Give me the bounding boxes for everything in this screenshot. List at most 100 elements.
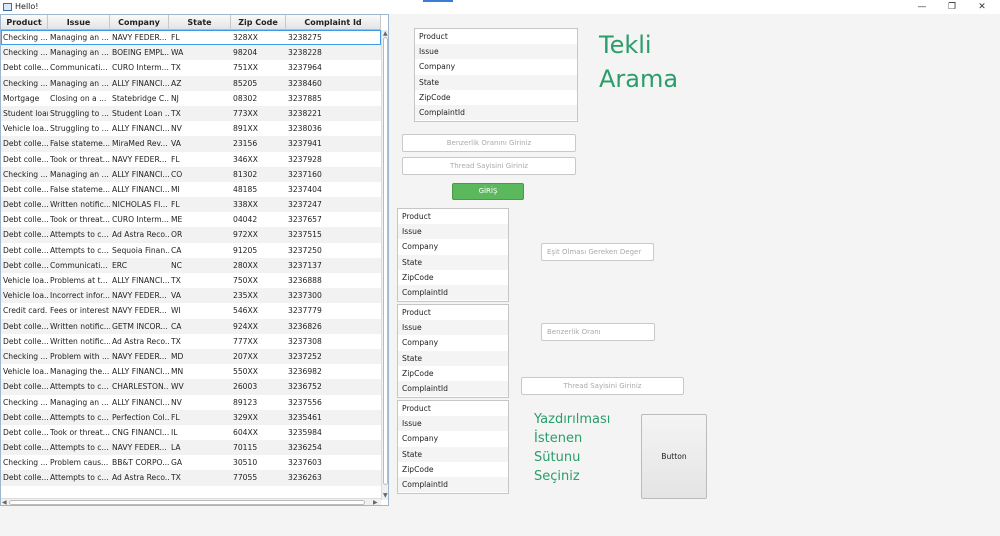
- table-row[interactable]: Debt colle... Communicati... ERC NC 280XX 323…: [1, 257, 381, 273]
- table-row[interactable]: Debt colle... Attempts to c... CHARLESTON.…: [1, 379, 381, 395]
- similarity-ratio-input[interactable]: Benzerlik Oranını Giriniz: [402, 134, 576, 152]
- vertical-scroll-thumb[interactable]: [383, 37, 388, 485]
- cell-complaint-id: 3237885: [288, 93, 322, 103]
- list-item[interactable]: Product: [398, 209, 508, 224]
- table-row[interactable]: Debt colle... Attempts to c... Sequoia Fin…: [1, 243, 381, 258]
- cell-complaint-id: 3237252: [288, 351, 322, 361]
- column-header-company[interactable]: Company: [110, 15, 169, 30]
- cell-complaint-id: 3237964: [288, 63, 322, 73]
- list-item[interactable]: ComplaintId: [398, 284, 508, 301]
- column-header-product[interactable]: Product: [1, 15, 48, 30]
- filter-column-list[interactable]: Product Issue Company State ZipCode Comp…: [397, 208, 509, 302]
- list-item[interactable]: ZipCode: [398, 366, 508, 381]
- list-item[interactable]: Company: [398, 239, 508, 254]
- list-item[interactable]: ComplaintId: [398, 380, 508, 397]
- column-header-issue[interactable]: Issue: [48, 15, 110, 30]
- list-item[interactable]: Issue: [398, 416, 508, 432]
- scroll-up-icon[interactable]: ▲: [383, 30, 388, 37]
- thread-count-input[interactable]: Thread Sayisini Giriniz: [402, 157, 576, 175]
- table-row[interactable]: Debt colle... Attempts to c... Perfection …: [1, 409, 381, 425]
- scroll-down-icon[interactable]: ▼: [383, 492, 388, 499]
- table-row[interactable]: Vehicle loa... Problems at t... ALLY FINAN…: [1, 273, 381, 288]
- table-row[interactable]: Debt colle... Took or threat... NAVY FEDER…: [1, 152, 381, 167]
- table-row[interactable]: Debt colle... False stateme... MiraMed Rev…: [1, 136, 381, 152]
- table-row[interactable]: Debt colle... Attempts to c... Ad Astra Re…: [1, 227, 381, 243]
- list-item[interactable]: ZipCode: [415, 90, 577, 105]
- list-item[interactable]: ComplaintId: [415, 104, 577, 121]
- list-item[interactable]: Product: [415, 29, 577, 44]
- heading-line: Yazdırılması: [534, 412, 611, 427]
- table-row[interactable]: Vehicle loa... Struggling to ... ALLY FINA…: [1, 121, 381, 136]
- table-row[interactable]: Debt colle... Written notific... GETM INCO…: [1, 318, 381, 334]
- cell-state: TX: [171, 108, 181, 118]
- list-item[interactable]: ZipCode: [398, 462, 508, 477]
- cell-zip-code: 04042: [233, 215, 258, 225]
- list-item[interactable]: State: [415, 74, 577, 90]
- table-row[interactable]: Credit card... Fees or interest NAVY FEDER…: [1, 303, 381, 318]
- list-item[interactable]: State: [398, 254, 508, 270]
- table-row[interactable]: Debt colle... Attempts to c... NAVY FEDER.…: [1, 440, 381, 456]
- list-item[interactable]: Issue: [415, 44, 577, 60]
- horizontal-scroll-thumb[interactable]: [9, 500, 365, 505]
- close-button[interactable]: ✕: [968, 0, 996, 14]
- cell-product: Debt colle...: [3, 473, 48, 483]
- cell-state: FL: [171, 154, 180, 164]
- table-row[interactable]: Debt colle... Took or threat... CNG FINANC…: [1, 425, 381, 440]
- window-title: Hello!: [15, 2, 39, 11]
- single-search-column-list[interactable]: Product Issue Company State ZipCode Comp…: [414, 28, 578, 122]
- table-row[interactable]: Debt colle... Communicati... CURO Interm..…: [1, 60, 381, 75]
- table-row[interactable]: Checking ... Managing an ... BOEING EMPL..…: [1, 45, 381, 61]
- table-row[interactable]: Debt colle... Written notific... Ad Astra …: [1, 334, 381, 349]
- cell-zip-code: 26003: [233, 382, 258, 392]
- similarity-column-list[interactable]: Product Issue Company State ZipCode Comp…: [397, 304, 509, 398]
- list-item[interactable]: State: [398, 446, 508, 462]
- cell-complaint-id: 3236826: [288, 321, 322, 331]
- table-row[interactable]: Debt colle... Written notific... NICHOLAS …: [1, 197, 381, 213]
- table-row[interactable]: Mortgage Closing on a ... Statebridge C...…: [1, 91, 381, 106]
- table-row[interactable]: Checking ... Managing an ... ALLY FINANCI.…: [1, 75, 381, 91]
- select-output-column-heading: Yazdırılması İstenen Sütunu Seçiniz: [534, 410, 610, 486]
- cell-product: Debt colle...: [3, 63, 48, 73]
- horizontal-scrollbar[interactable]: ◀ ▶: [1, 498, 381, 505]
- maximize-button[interactable]: ❐: [938, 0, 966, 14]
- table-row[interactable]: Checking ... Problem with ... NAVY FEDER..…: [1, 348, 381, 365]
- table-row[interactable]: Checking ... Managing an ... ALLY FINANCI.…: [1, 395, 381, 410]
- list-item[interactable]: Issue: [398, 320, 508, 336]
- cell-complaint-id: 3237941: [288, 139, 322, 149]
- submit-button[interactable]: GİRİŞ: [452, 183, 524, 200]
- table-row[interactable]: Student loan Struggling to ... Student Loa…: [1, 105, 381, 122]
- cell-complaint-id: 3237308: [288, 336, 322, 346]
- column-header-zip-code[interactable]: Zip Code: [231, 15, 286, 30]
- list-item[interactable]: Company: [398, 335, 508, 350]
- table-row[interactable]: Debt colle... Attempts to c... Ad Astra Re…: [1, 470, 381, 486]
- table-row[interactable]: Vehicle loa... Incorrect infor... NAVY FED…: [1, 288, 381, 304]
- column-header-state[interactable]: State: [169, 15, 231, 30]
- minimize-button[interactable]: —: [908, 0, 936, 14]
- table-row[interactable]: Checking ... Problem caus... BB&T CORPO...…: [1, 455, 381, 470]
- output-column-list[interactable]: Product Issue Company State ZipCode Comp…: [397, 400, 509, 494]
- table-row[interactable]: Debt colle... Took or threat... CURO Inter…: [1, 212, 381, 227]
- list-item[interactable]: Company: [415, 59, 577, 74]
- equal-value-input[interactable]: Eşit Olması Gereken Deger: [541, 243, 654, 261]
- scroll-right-icon[interactable]: ▶: [373, 499, 378, 505]
- list-item[interactable]: Issue: [398, 224, 508, 240]
- cell-complaint-id: 3238460: [288, 78, 322, 88]
- similarity-ratio-input-2[interactable]: Benzerlik Oranı: [541, 323, 655, 341]
- table-row[interactable]: Checking ... Managing an ... ALLY FINANCI.…: [1, 166, 381, 182]
- vertical-scrollbar[interactable]: ▲ ▼: [381, 30, 388, 500]
- table-row[interactable]: Debt colle... False stateme... ALLY FINANC…: [1, 182, 381, 197]
- table-row[interactable]: Checking ... Managing an ... NAVY FEDER...…: [1, 30, 381, 45]
- list-item[interactable]: Product: [398, 401, 508, 416]
- column-header-complaint-id[interactable]: Complaint Id: [286, 15, 381, 30]
- thread-count-input-2[interactable]: Thread Sayisini Giriniz: [521, 377, 684, 395]
- complaints-table[interactable]: Product Issue Company State Zip Code Com…: [0, 14, 389, 506]
- run-button[interactable]: Button: [641, 414, 707, 499]
- list-item[interactable]: ZipCode: [398, 270, 508, 285]
- list-item[interactable]: State: [398, 350, 508, 366]
- list-item[interactable]: ComplaintId: [398, 476, 508, 493]
- table-row[interactable]: Vehicle loa... Managing the... ALLY FINANC…: [1, 364, 381, 379]
- list-item[interactable]: Company: [398, 431, 508, 446]
- list-item[interactable]: Product: [398, 305, 508, 320]
- scroll-left-icon[interactable]: ◀: [2, 499, 7, 505]
- cell-complaint-id: 3237137: [288, 260, 322, 270]
